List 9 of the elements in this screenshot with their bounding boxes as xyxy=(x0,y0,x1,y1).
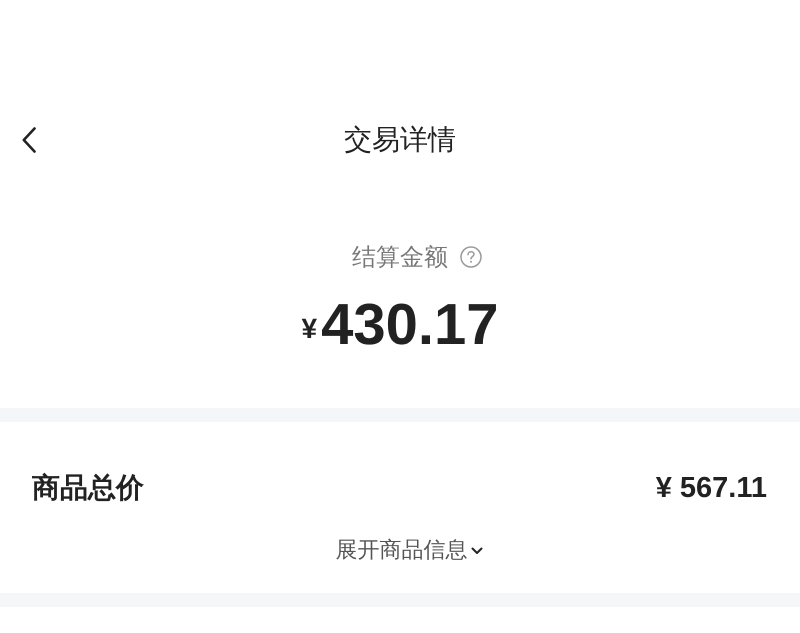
expand-goods-link[interactable]: 展开商品信息 xyxy=(336,536,482,566)
settlement-label: 结算金额 xyxy=(352,242,448,273)
currency-symbol: ¥ xyxy=(302,313,318,345)
goods-total-price: ¥ 567.11 xyxy=(656,472,767,504)
help-icon[interactable] xyxy=(460,246,482,268)
back-icon[interactable] xyxy=(22,127,36,153)
settlement-amount: 430.17 xyxy=(321,295,498,355)
page-title: 交易详情 xyxy=(344,122,456,158)
goods-total-label: 商品总价 xyxy=(32,470,144,506)
